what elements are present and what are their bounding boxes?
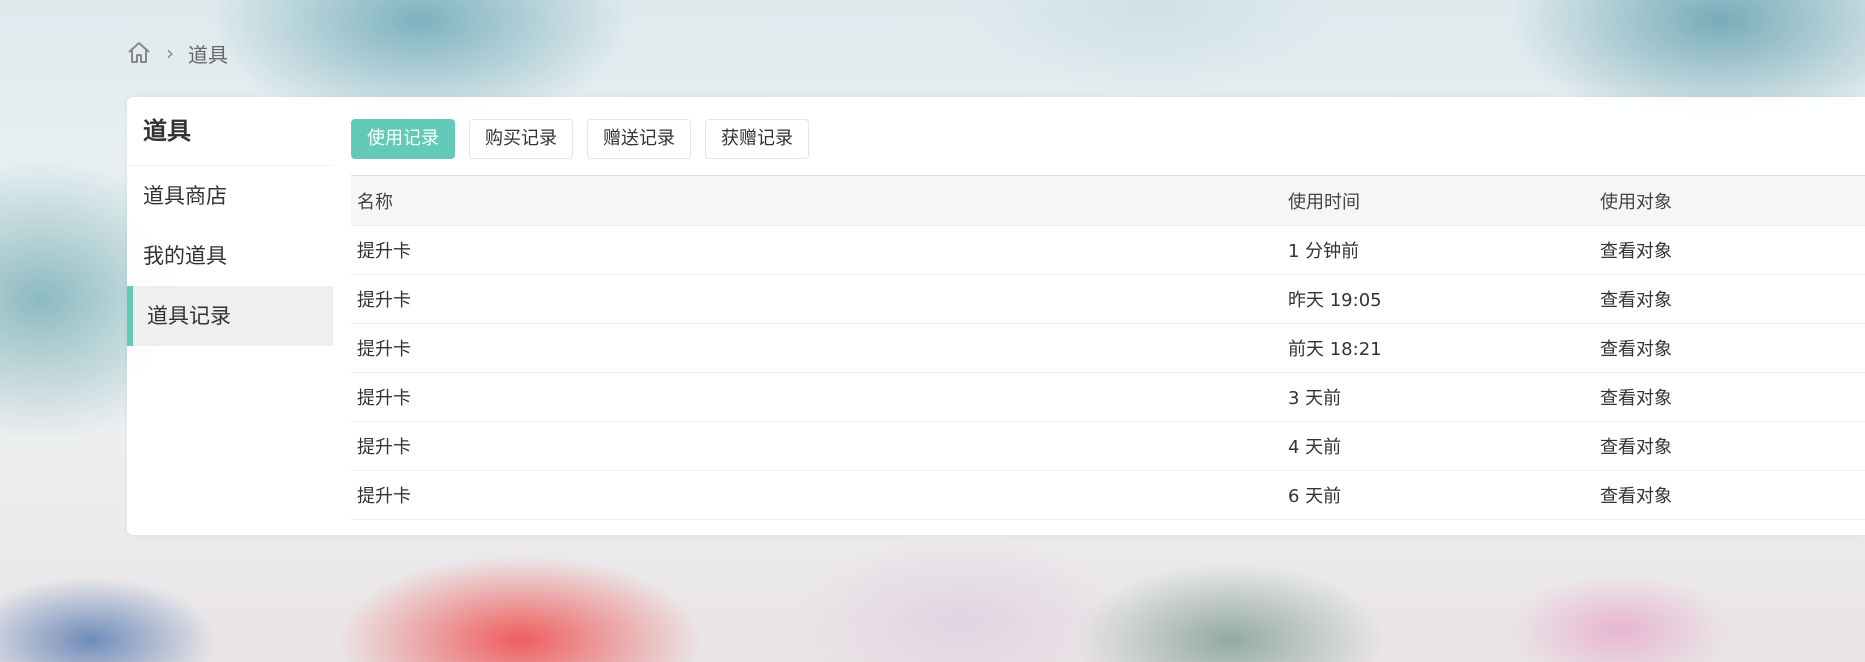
view-target-link[interactable]: 查看对象: [1600, 286, 1865, 312]
cell-name: 提升卡: [357, 437, 411, 458]
view-target-link[interactable]: 查看对象: [1600, 433, 1865, 459]
cell-time: 4 天前: [1288, 437, 1342, 458]
tab-gift-received-records[interactable]: 获赠记录: [705, 119, 809, 159]
sidebar-item-records[interactable]: 道具记录: [127, 286, 333, 346]
cell-time: 3 天前: [1288, 388, 1342, 409]
record-tabs: 使用记录 购买记录 赠送记录 获赠记录: [351, 119, 809, 159]
table-row: 提升卡 昨天 19:05 查看对象: [351, 275, 1865, 324]
cell-name: 提升卡: [357, 290, 411, 311]
sidebar-title: 道具: [127, 97, 333, 166]
column-header-target: 使用对象: [1600, 191, 1672, 213]
sidebar-item-my-items[interactable]: 我的道具: [127, 226, 333, 286]
breadcrumb-current: 道具: [188, 42, 228, 67]
cell-name: 提升卡: [357, 241, 411, 262]
cell-time: 昨天 19:05: [1288, 290, 1382, 311]
table-header-row: 名称 使用时间 使用对象: [351, 175, 1865, 226]
view-target-link[interactable]: 查看对象: [1600, 384, 1865, 410]
home-icon[interactable]: [126, 40, 152, 66]
tab-purchase-records[interactable]: 购买记录: [469, 119, 573, 159]
cell-name: 提升卡: [357, 339, 411, 360]
main-panel: 道具 道具商店 我的道具 道具记录 使用记录 购买记录 赠送记录 获赠记录 名称…: [127, 97, 1865, 535]
view-target-link[interactable]: 查看对象: [1600, 482, 1865, 508]
sidebar-item-shop[interactable]: 道具商店: [127, 166, 333, 226]
view-target-link[interactable]: 查看对象: [1600, 237, 1865, 263]
cell-time: 6 天前: [1288, 486, 1342, 507]
breadcrumb-separator: ›: [166, 41, 174, 65]
view-target-link[interactable]: 查看对象: [1600, 335, 1865, 361]
table-row: 提升卡 前天 18:21 查看对象: [351, 324, 1865, 373]
table-row: 提升卡 4 天前 查看对象: [351, 422, 1865, 471]
tab-gift-sent-records[interactable]: 赠送记录: [587, 119, 691, 159]
cell-time: 前天 18:21: [1288, 339, 1382, 360]
table-row: 提升卡 1 分钟前 查看对象: [351, 226, 1865, 275]
tab-usage-records[interactable]: 使用记录: [351, 119, 455, 159]
sidebar: 道具 道具商店 我的道具 道具记录: [127, 97, 333, 346]
cell-name: 提升卡: [357, 388, 411, 409]
cell-time: 1 分钟前: [1288, 241, 1360, 262]
usage-records-table: 名称 使用时间 使用对象 提升卡 1 分钟前 查看对象 提升卡 昨天 19:05…: [351, 175, 1865, 520]
breadcrumb: › 道具: [126, 38, 228, 68]
column-header-name: 名称: [357, 191, 393, 213]
cell-name: 提升卡: [357, 486, 411, 507]
table-row: 提升卡 6 天前 查看对象: [351, 471, 1865, 520]
column-header-time: 使用时间: [1288, 191, 1360, 213]
table-row: 提升卡 3 天前 查看对象: [351, 373, 1865, 422]
